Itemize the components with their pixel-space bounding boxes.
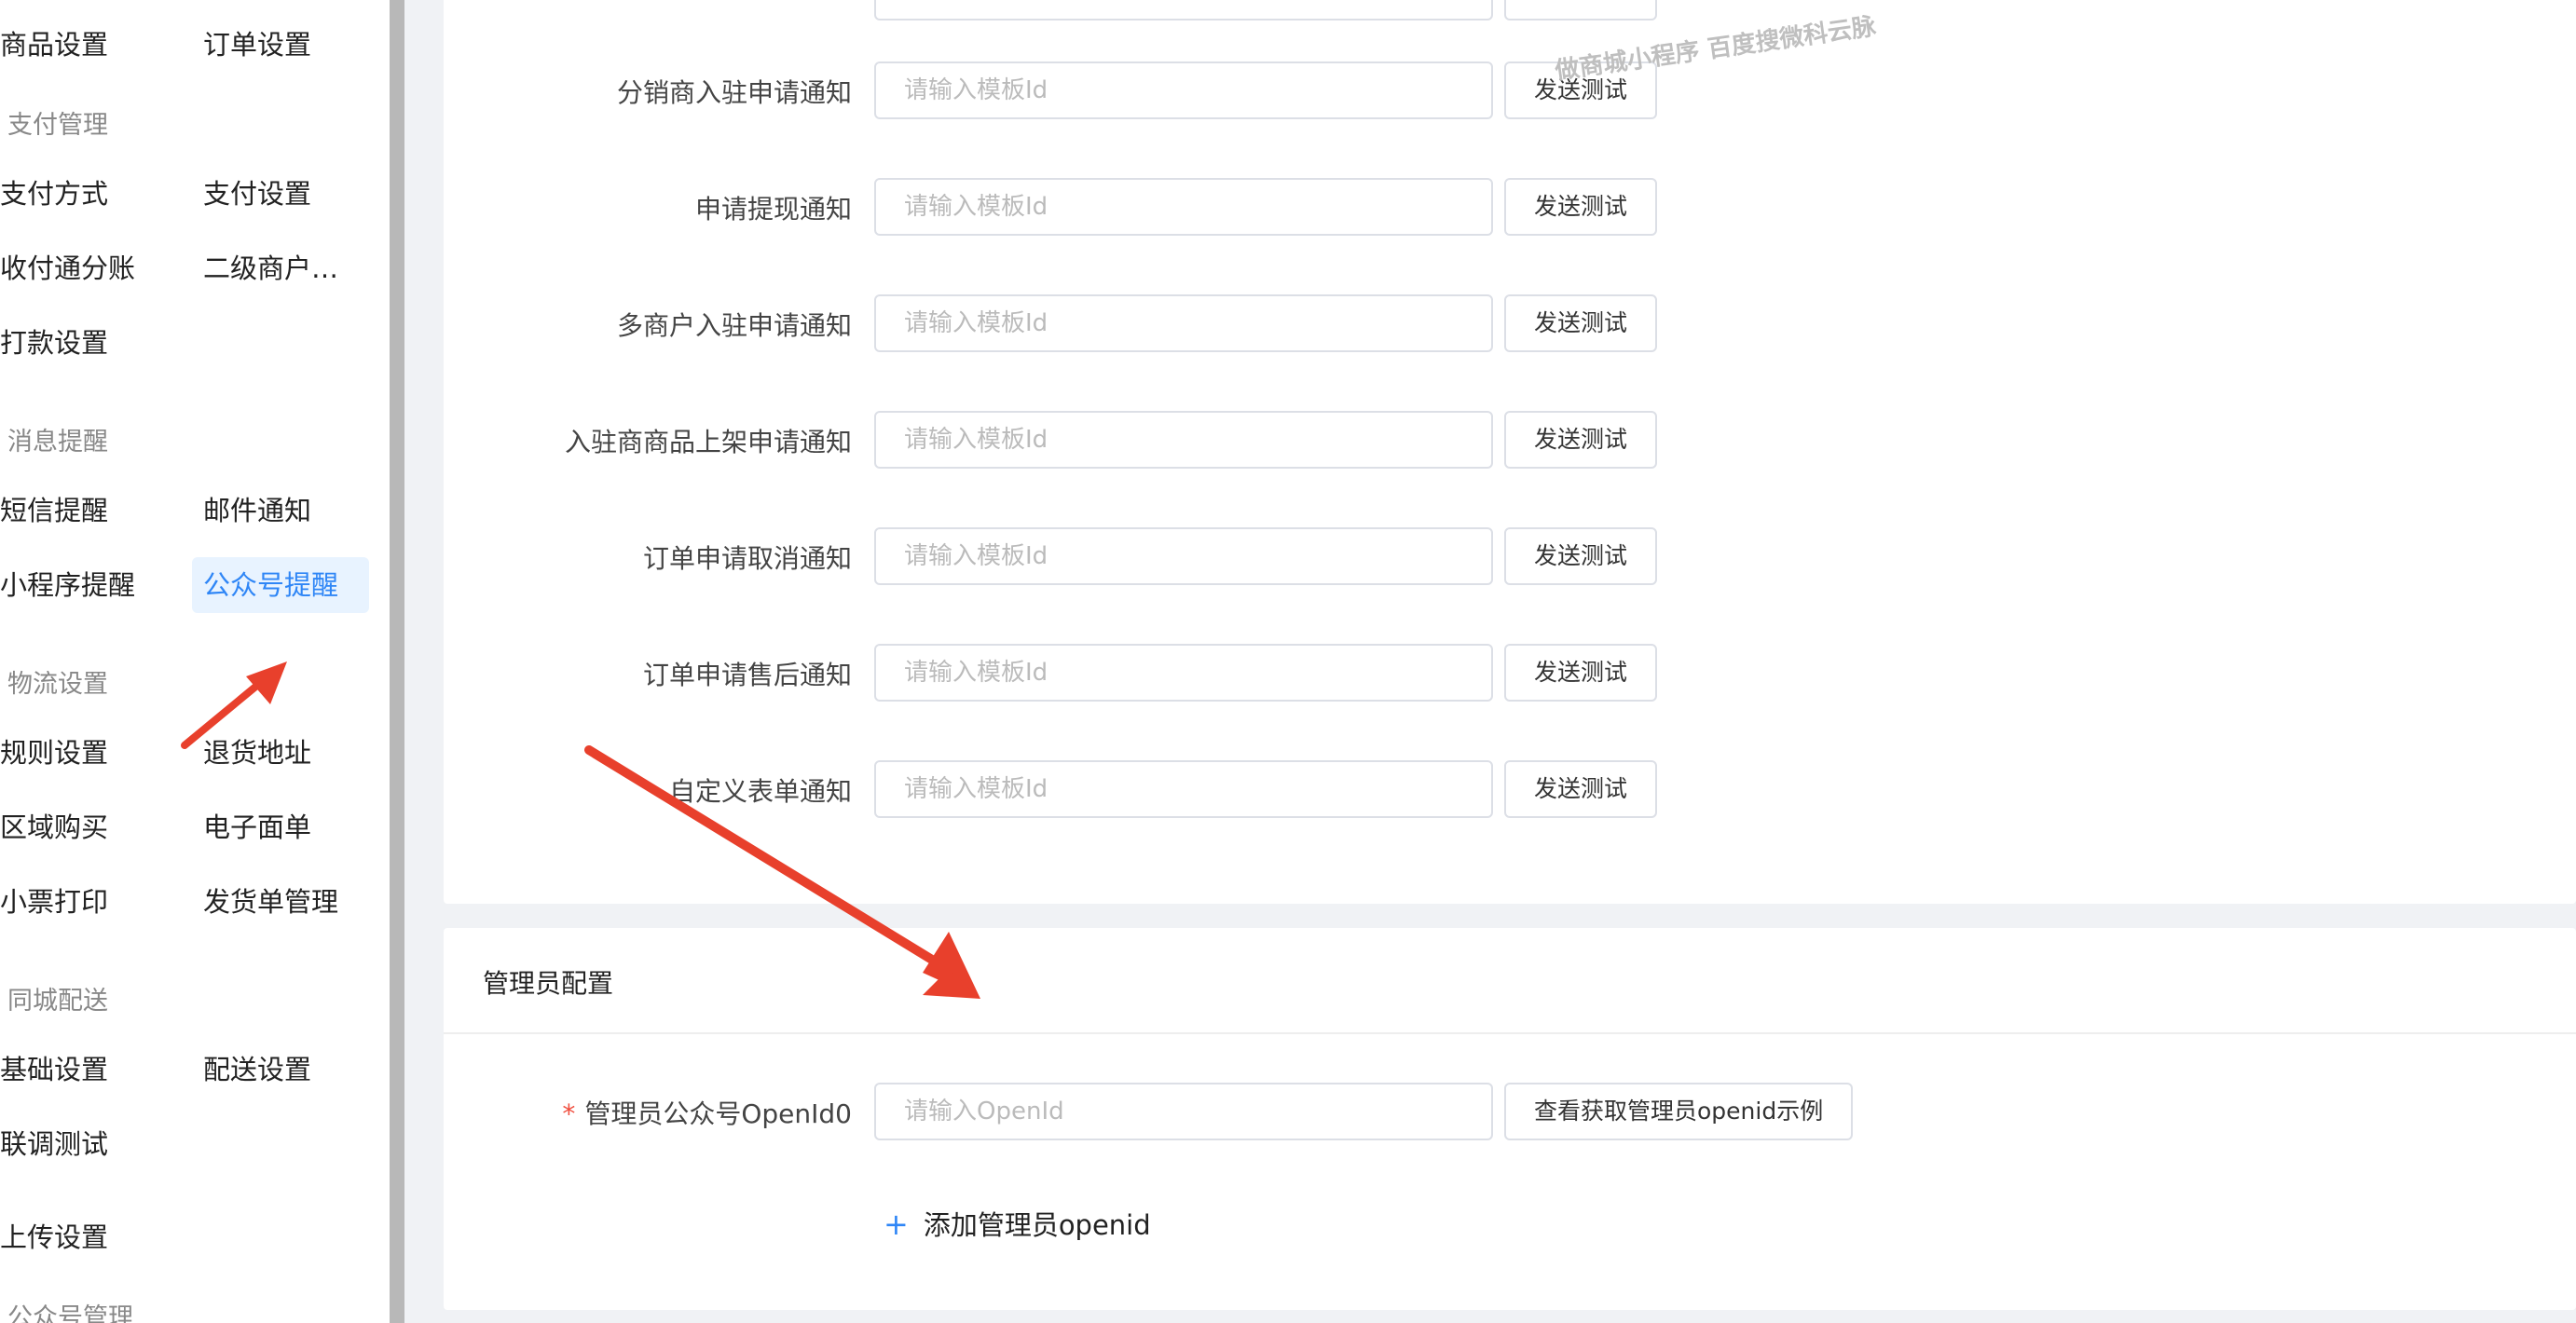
sidebar-section-logistics: 物流设置: [7, 670, 108, 699]
template-input[interactable]: 请输入模板Id: [874, 294, 1493, 352]
template-label: 自定义表单通知: [668, 776, 852, 807]
sidebar-item-official-account-reminder[interactable]: 公众号提醒: [192, 557, 369, 613]
sidebar-item-basic[interactable]: 基础设置: [0, 1042, 108, 1098]
add-admin-openid-label: 添加管理员openid: [923, 1209, 1151, 1241]
plus-icon: +: [884, 1207, 909, 1242]
view-openid-example-button[interactable]: 查看获取管理员openid示例: [1504, 1083, 1854, 1140]
send-test-button[interactable]: 发送测试: [1504, 178, 1658, 236]
sidebar-section-payment: 支付管理: [7, 111, 108, 140]
template-input[interactable]: 请输入模板Id: [874, 178, 1493, 236]
openid-input[interactable]: 请输入OpenId: [874, 1083, 1493, 1140]
sidebar-item-email[interactable]: 邮件通知: [203, 483, 311, 539]
card-separator: [444, 1032, 2576, 1034]
template-input[interactable]: 请输入模板Id: [874, 644, 1493, 702]
add-admin-openid-link[interactable]: + 添加管理员openid: [884, 1204, 1151, 1243]
template-input[interactable]: 请输入模板Id: [874, 527, 1493, 585]
admin-config-title: 管理员配置: [483, 968, 614, 999]
sidebar-item-payment-settings[interactable]: 支付设置: [203, 166, 311, 222]
admin-config-card: 管理员配置 * 管理员公众号OpenId0 请输入OpenId 查看获取管理员op…: [444, 928, 2576, 1310]
sidebar-divider[interactable]: [390, 0, 404, 1323]
template-label: 多商户入驻申请通知: [616, 310, 852, 341]
sidebar-item-return-address[interactable]: 退货地址: [203, 725, 311, 781]
template-input[interactable]: 请输入模板Id: [874, 760, 1493, 818]
sidebar-item-rules[interactable]: 规则设置: [0, 725, 108, 781]
template-label: 申请提现通知: [694, 194, 852, 225]
sidebar-item-delivery-settings[interactable]: 配送设置: [203, 1042, 311, 1098]
sidebar-section-message: 消息提醒: [7, 428, 108, 457]
template-input[interactable]: 请输入模板Id: [874, 61, 1493, 119]
sidebar-item-upload[interactable]: 上传设置: [0, 1209, 108, 1265]
send-test-button[interactable]: 发送测试: [1504, 294, 1658, 352]
sidebar-item-sms[interactable]: 短信提醒: [0, 483, 108, 539]
sidebar-item-test[interactable]: 联调测试: [0, 1116, 108, 1172]
send-test-button-prev[interactable]: [1504, 0, 1657, 20]
send-test-button[interactable]: 发送测试: [1504, 527, 1658, 585]
sidebar-item-region[interactable]: 区域购买: [0, 799, 108, 855]
send-test-button[interactable]: 发送测试: [1504, 411, 1658, 469]
sidebar-item-sub-merchant[interactable]: 二级商户进件: [203, 240, 362, 296]
sidebar-item-invoice[interactable]: 发货单管理: [203, 874, 338, 930]
sidebar-item-e-waybill[interactable]: 电子面单: [203, 799, 311, 855]
send-test-button[interactable]: 发送测试: [1504, 760, 1658, 818]
template-input[interactable]: 请输入模板Id: [874, 411, 1493, 469]
sidebar-section-delivery: 同城配送: [7, 987, 108, 1016]
settings-sidebar: 商品设置 订单设置 支付管理 支付方式 支付设置 收付通分账 二级商户进件 打款…: [0, 0, 390, 1323]
template-label: 入驻商商品上架申请通知: [564, 427, 852, 457]
openid-label-text: 管理员公众号OpenId0: [584, 1098, 852, 1129]
template-label: 订单申请售后通知: [642, 660, 852, 690]
sidebar-item-order-settings[interactable]: 订单设置: [203, 17, 311, 73]
sidebar-item-mini-program[interactable]: 小程序提醒: [0, 557, 135, 613]
template-card: 分销商入驻申请通知 请输入模板Id 发送测试 申请提现通知 请输入模板Id 发送…: [444, 0, 2576, 904]
sidebar-item-payment-method[interactable]: 支付方式: [0, 166, 108, 222]
openid-label: * 管理员公众号OpenId0: [444, 1094, 852, 1131]
sidebar-item-receipt-print[interactable]: 小票打印: [0, 874, 108, 930]
sidebar-item-split-account[interactable]: 收付通分账: [0, 240, 135, 296]
send-test-button[interactable]: 发送测试: [1504, 644, 1658, 702]
template-input-prev[interactable]: [874, 0, 1493, 20]
sidebar-section-official: 公众号管理: [7, 1303, 133, 1323]
required-mark: *: [562, 1098, 576, 1129]
sidebar-item-goods-settings[interactable]: 商品设置: [0, 17, 108, 73]
sidebar-item-transfer-settings[interactable]: 打款设置: [0, 315, 108, 371]
template-label: 分销商入驻申请通知: [616, 77, 852, 108]
template-label: 订单申请取消通知: [642, 543, 852, 574]
